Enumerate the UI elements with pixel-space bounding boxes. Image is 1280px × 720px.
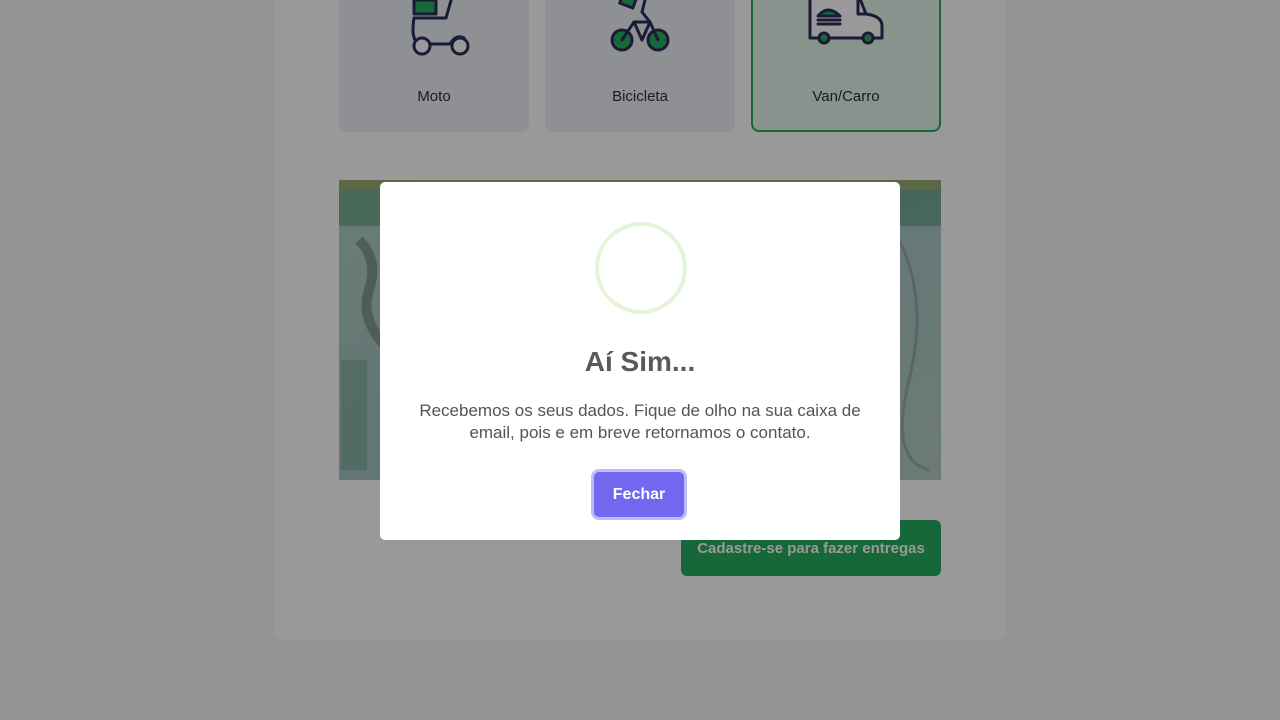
success-dialog: Aí Sim... Recebemos os seus dados. Fique… [380, 182, 900, 540]
dialog-message: Recebemos os seus dados. Fique de olho n… [419, 401, 861, 442]
close-button[interactable]: Fechar [594, 472, 684, 517]
success-icon [595, 222, 687, 314]
dialog-title: Aí Sim... [584, 346, 696, 377]
